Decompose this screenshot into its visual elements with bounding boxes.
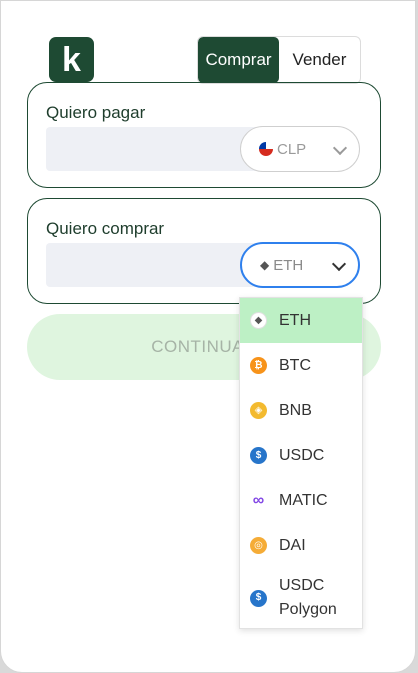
chevron-down-icon xyxy=(332,140,348,156)
option-label: USDC Polygon xyxy=(279,577,337,618)
option-usdc[interactable]: $ USDC xyxy=(240,433,362,478)
option-label: DAI xyxy=(279,536,306,554)
chevron-down-icon xyxy=(331,256,347,272)
option-label: ETH xyxy=(279,311,311,329)
pay-currency-select[interactable]: CLP xyxy=(240,126,360,172)
logo: k xyxy=(49,37,94,82)
eth-icon: ◆ xyxy=(260,258,270,272)
pay-currency-label: CLP xyxy=(277,140,307,158)
dai-icon: ◎ xyxy=(250,537,267,554)
option-label: BTC xyxy=(279,356,311,374)
usdc-icon: $ xyxy=(250,589,267,607)
pay-label: Quiero pagar xyxy=(46,103,146,122)
buy-currency-select[interactable]: ◆ ETH xyxy=(240,242,360,288)
buy-label: Quiero comprar xyxy=(46,219,165,238)
buy-currency-label: ETH xyxy=(273,256,304,274)
bnb-icon: ◈ xyxy=(250,402,267,419)
pay-section: Quiero pagar CLP xyxy=(27,82,381,188)
option-matic[interactable]: ∞ MATIC xyxy=(240,478,362,523)
usdc-icon: $ xyxy=(250,447,267,464)
option-usdc-polygon[interactable]: $ USDC Polygon xyxy=(240,568,362,628)
currency-dropdown: ◆ ETH ₿ BTC ◈ BNB $ USDC ∞ MATIC ◎ DAI $… xyxy=(239,297,363,629)
option-label: BNB xyxy=(279,401,312,419)
widget-card: k Comprar Vender Quiero pagar CLP Quiero… xyxy=(0,0,416,673)
option-label: MATIC xyxy=(279,491,328,509)
btc-icon: ₿ xyxy=(250,357,267,374)
matic-icon: ∞ xyxy=(252,491,265,509)
buy-section: Quiero comprar ◆ ETH xyxy=(27,198,381,304)
eth-icon: ◆ xyxy=(250,312,267,329)
sell-tab[interactable]: Vender xyxy=(279,37,360,83)
chile-flag-icon xyxy=(259,142,273,156)
buy-sell-toggle: Comprar Vender xyxy=(197,36,361,84)
option-label: USDC xyxy=(279,446,325,464)
option-btc[interactable]: ₿ BTC xyxy=(240,343,362,388)
option-dai[interactable]: ◎ DAI xyxy=(240,523,362,568)
option-eth[interactable]: ◆ ETH xyxy=(240,298,362,343)
option-bnb[interactable]: ◈ BNB xyxy=(240,388,362,433)
buy-tab[interactable]: Comprar xyxy=(198,37,279,83)
